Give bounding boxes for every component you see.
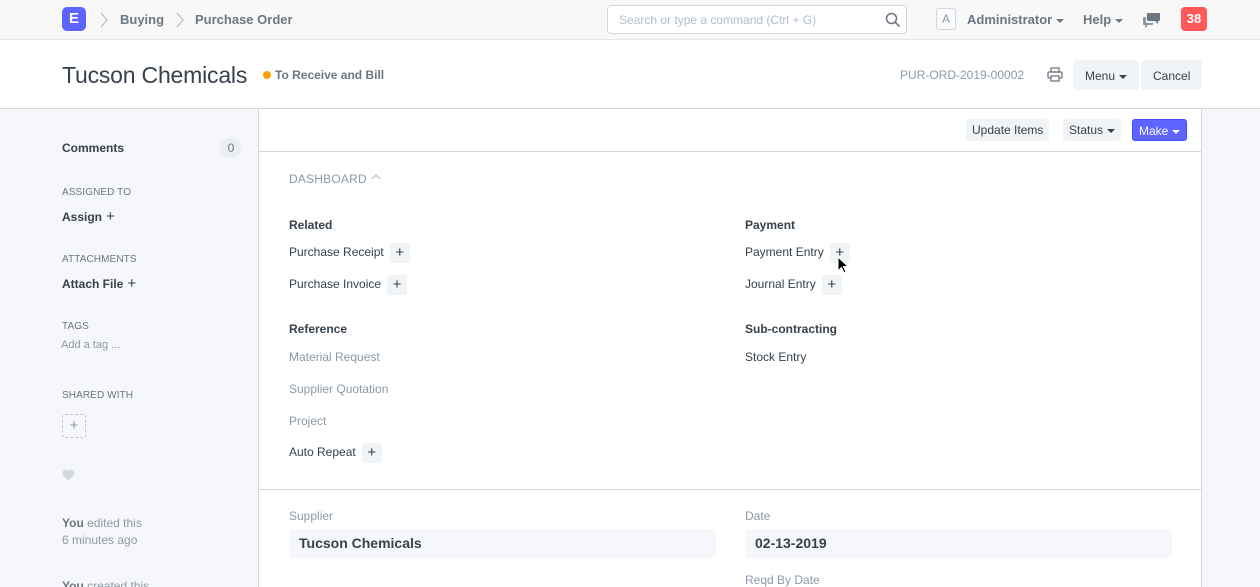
link-label[interactable]: Purchase Invoice — [289, 277, 381, 291]
add-purchase-receipt-button[interactable]: + — [389, 243, 410, 263]
link-purchase-invoice[interactable]: Purchase Invoice + — [289, 275, 408, 295]
search-icon[interactable] — [885, 12, 901, 28]
cancel-label: Cancel — [1153, 69, 1191, 83]
plus-icon: + — [106, 208, 115, 225]
group-sub-contracting: Sub-contracting — [745, 322, 837, 336]
attachments-label: Attachments — [62, 254, 137, 265]
tags-label: Tags — [62, 321, 89, 332]
link-label[interactable]: Journal Entry — [745, 277, 816, 291]
activity-time: 6 minutes ago — [62, 533, 138, 547]
comments-link[interactable]: Comments — [62, 141, 124, 155]
add-journal-entry-button[interactable]: + — [821, 275, 842, 295]
activity-user: You — [62, 579, 84, 587]
activity-text: created this — [87, 579, 150, 587]
link-supplier-quotation[interactable]: Supplier Quotation — [289, 382, 388, 396]
make-button-label: Make — [1139, 124, 1169, 138]
date-label: Date — [745, 509, 771, 523]
activity-text: edited this — [87, 516, 142, 530]
activity-item: You edited this 6 minutes ago — [62, 515, 142, 549]
user-avatar[interactable]: A — [936, 8, 956, 30]
supplier-field[interactable]: Tucson Chemicals — [289, 529, 716, 558]
caret-down-icon — [1172, 129, 1181, 134]
plus-icon: + — [127, 275, 137, 292]
chat-icon[interactable] — [1143, 12, 1161, 28]
make-button[interactable]: Make — [1132, 119, 1188, 141]
comments-count-badge: 0 — [220, 138, 242, 158]
attach-file-button[interactable]: Attach File + — [62, 275, 136, 292]
group-payment: Payment — [745, 218, 796, 232]
group-reference: Reference — [289, 322, 348, 336]
link-auto-repeat[interactable]: Auto Repeat + — [289, 443, 382, 463]
page-title: Tucson Chemicals — [62, 62, 248, 88]
print-icon[interactable] — [1047, 67, 1063, 82]
assign-label: Assign — [62, 210, 103, 224]
cancel-button[interactable]: Cancel — [1141, 60, 1203, 90]
notification-badge[interactable]: 38 — [1181, 7, 1207, 31]
assigned-to-label: Assigned To — [62, 187, 132, 198]
menu-button[interactable]: Menu — [1073, 60, 1140, 90]
status-dot-icon — [263, 71, 271, 79]
update-items-button[interactable]: Update Items — [966, 119, 1050, 141]
add-share-button[interactable]: + — [62, 414, 86, 438]
activity-user: You — [62, 516, 84, 530]
page-head: Tucson Chemicals To Receive and Bill PUR… — [0, 40, 1260, 109]
dashboard-title[interactable]: DASHBOARD — [289, 172, 367, 186]
section-divider — [259, 489, 1201, 490]
chevron-right-icon — [100, 12, 108, 28]
breadcrumb-buying[interactable]: Buying — [120, 12, 164, 27]
chevron-right-icon — [176, 12, 184, 28]
status-button-label: Status — [1069, 123, 1104, 137]
help-label: Help — [1083, 12, 1112, 27]
attach-file-label: Attach File — [62, 277, 124, 291]
activity-item: You created this — [62, 578, 149, 587]
status-button[interactable]: Status — [1063, 119, 1122, 141]
plus-icon: + — [69, 417, 79, 434]
link-purchase-receipt[interactable]: Purchase Receipt + — [289, 243, 410, 263]
breadcrumb-purchase-order[interactable]: Purchase Order — [195, 12, 293, 27]
link-label[interactable]: Payment Entry — [745, 245, 824, 259]
caret-down-icon — [1107, 128, 1116, 133]
link-stock-entry[interactable]: Stock Entry — [745, 350, 806, 364]
status-label: To Receive and Bill — [275, 68, 385, 82]
caret-down-icon — [1119, 74, 1128, 79]
navbar: E Buying Purchase Order Search or type a… — [0, 0, 1260, 40]
app-logo[interactable]: E — [62, 7, 86, 31]
add-purchase-invoice-button[interactable]: + — [387, 275, 408, 295]
group-related: Related — [289, 218, 333, 232]
assign-button[interactable]: Assign + — [62, 208, 115, 225]
status-indicator: To Receive and Bill — [263, 68, 384, 82]
mouse-cursor-icon — [837, 256, 849, 274]
search-input[interactable]: Search or type a command (Ctrl + G) — [607, 5, 907, 34]
link-journal-entry[interactable]: Journal Entry + — [745, 275, 842, 295]
link-payment-entry[interactable]: Payment Entry + — [745, 243, 850, 263]
supplier-label: Supplier — [289, 509, 334, 523]
date-field[interactable]: 02-13-2019 — [745, 529, 1172, 558]
chevron-up-icon[interactable] — [371, 173, 381, 181]
caret-down-icon — [1115, 18, 1124, 23]
form-toolbar: Update Items Status Make — [259, 109, 1201, 152]
shared-with-label: Shared With — [62, 390, 134, 401]
heart-icon[interactable] — [62, 469, 75, 481]
form-sidebar: Comments 0 Assigned To Assign + Attachmen… — [0, 109, 258, 587]
link-project[interactable]: Project — [289, 414, 326, 428]
link-label[interactable]: Auto Repeat — [289, 445, 356, 459]
form-main: Update Items Status Make DASHBOARD Relat… — [258, 109, 1202, 587]
add-tag-input[interactable]: Add a tag ... — [61, 339, 120, 351]
user-name: Administrator — [967, 12, 1053, 27]
user-menu[interactable]: Administrator — [967, 12, 1065, 27]
reqd-by-date-label: Reqd By Date — [745, 573, 820, 587]
link-material-request[interactable]: Material Request — [289, 350, 380, 364]
add-auto-repeat-button[interactable]: + — [361, 443, 382, 463]
search-placeholder: Search or type a command (Ctrl + G) — [619, 13, 817, 27]
help-menu[interactable]: Help — [1083, 12, 1124, 27]
document-name: PUR-ORD-2019-00002 — [900, 68, 1025, 82]
link-label[interactable]: Purchase Receipt — [289, 245, 384, 259]
caret-down-icon — [1056, 18, 1065, 23]
menu-label: Menu — [1085, 69, 1116, 83]
